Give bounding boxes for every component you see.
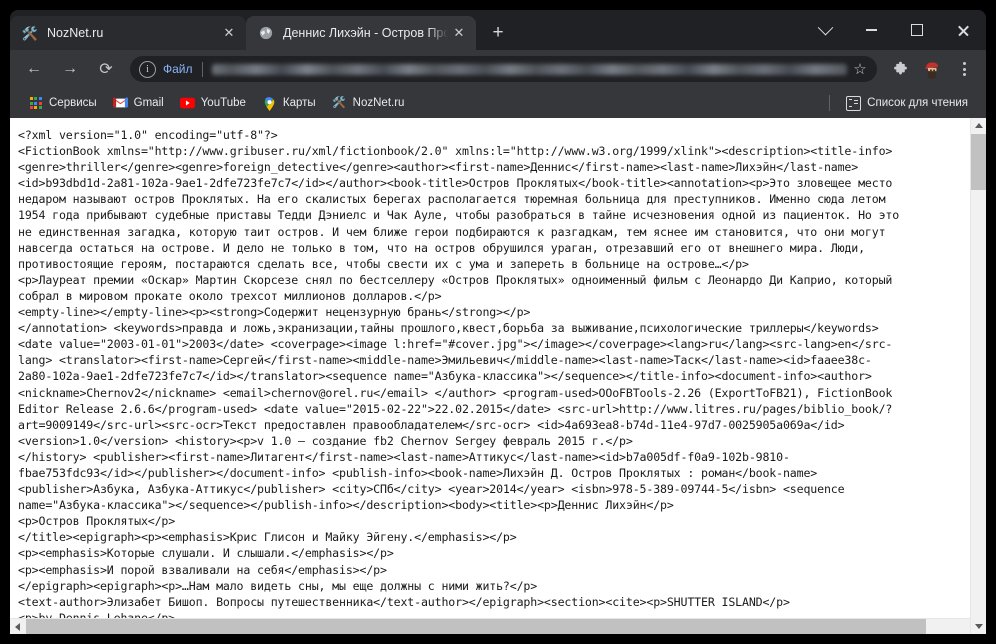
bookmark-label: Сервисы (49, 97, 97, 109)
xml-source-line: <genre>thriller</genre><genre>foreign_de… (18, 160, 859, 175)
extensions-icon[interactable] (886, 55, 914, 83)
xml-source-line: <p><emphasis>И порой взваливали на себя<… (18, 562, 387, 577)
tab-noznet[interactable]: 🛠️ NozNet.ru ✕ (10, 16, 246, 50)
browser-window: 🛠️ NozNet.ru ✕ Деннис Лихэйн - Остров Пр… (10, 10, 986, 634)
url-input[interactable] (211, 63, 847, 75)
back-button[interactable]: ← (19, 54, 49, 84)
tab-title: NozNet.ru (47, 26, 104, 40)
page-content: <?xml version="1.0" encoding="utf-8"?> <F… (10, 118, 986, 634)
gmail-icon (112, 96, 128, 111)
minimize-icon[interactable] (848, 10, 894, 50)
avatar[interactable] (918, 55, 946, 83)
xml-source-line: <version>1.0</version> <history><p>v 1.0… (18, 433, 633, 448)
bookmark-karty[interactable]: Карты (254, 92, 324, 114)
youtube-icon (179, 96, 195, 111)
xml-source-line: <p><emphasis>Которые слушали. И слышали.… (18, 546, 394, 561)
maximize-icon[interactable] (894, 10, 940, 50)
bookmark-label: Gmail (133, 97, 164, 109)
xml-source-line: <publisher>Азбука, Азбука-Аттикус</publi… (18, 482, 845, 497)
xml-source-line: <p>by Dennis Lehane</p> (18, 610, 176, 618)
reload-button[interactable]: ⟳ (91, 54, 121, 84)
maps-pin-icon (262, 96, 277, 111)
xml-source-line: </epigraph><epigraph><p>…Нам мало видеть… (18, 578, 538, 593)
xml-source-line: fbae753fdc93</id></publisher></document-… (18, 465, 818, 480)
bookmark-star-icon[interactable]: ☆ (847, 56, 873, 82)
xml-source-line: <p>Остров Проклятых</p> (18, 514, 176, 529)
xml-source-line: не единственная загадка, которую таит ос… (18, 224, 886, 239)
xml-source-line: <date value="2003-01-01">2003</date> <co… (18, 337, 893, 352)
xml-source-view[interactable]: <?xml version="1.0" encoding="utf-8"?> <F… (10, 118, 970, 618)
tab-title: Деннис Лихэйн - Остров Прокл (283, 26, 448, 40)
scrollbar-corner (955, 619, 970, 634)
close-icon[interactable] (940, 10, 986, 50)
xml-source-line: lang> <translator><first-name>Сергей</fi… (18, 353, 872, 368)
xml-source-line: name="Азбука-классика"></sequence></publ… (18, 498, 674, 513)
bookmark-youtube[interactable]: YouTube (172, 92, 254, 114)
horizontal-scroll-thumb[interactable] (26, 619, 926, 634)
xml-source-line: art=9009149</src-url><src-ocr>Текст пред… (18, 417, 845, 432)
scheme-label: Файл (163, 62, 193, 76)
close-icon[interactable]: ✕ (218, 22, 240, 44)
bookmark-label: YouTube (200, 97, 246, 109)
forward-button[interactable]: → (55, 54, 85, 84)
bookmark-label: Карты (282, 97, 316, 109)
new-tab-button[interactable]: + (484, 19, 512, 47)
reading-list-icon (846, 95, 862, 111)
browser-toolbar: ← → ⟳ i Файл ☆ (10, 50, 986, 88)
xml-source-line: </title><epigraph><p><emphasis>Крис Глис… (18, 530, 517, 545)
xml-source-line: <?xml version="1.0" encoding="utf-8"?> (18, 128, 278, 142)
tab-lehane-shutter-island[interactable]: Деннис Лихэйн - Остров Прокл ✕ (246, 16, 476, 50)
bookmark-noznet[interactable]: 🛠️ NozNet.ru (324, 92, 413, 114)
xml-source-line: </history> <publisher><first-name>Литаге… (18, 449, 790, 464)
xml-source-line: </annotation> <keywords>правда и ложь,эк… (18, 321, 879, 336)
kebab-menu-icon[interactable] (950, 55, 978, 83)
xml-source-line: навсегда остаться на острове. И дело не … (18, 240, 865, 255)
omnibox-divider (201, 61, 203, 77)
xml-source-line: <id>b93dbd1d-2a81-102a-9ae1-2dfe723fe7c7… (18, 176, 893, 191)
apps-grid-icon (28, 96, 43, 111)
tools-icon: 🛠️ (332, 96, 347, 109)
close-icon[interactable]: ✕ (448, 22, 470, 44)
reading-list-label: Список для чтения (867, 97, 968, 109)
scroll-up-icon[interactable] (971, 118, 986, 133)
address-bar[interactable]: i Файл ☆ (130, 56, 877, 82)
bookmarks-bar: Сервисы Gmail YouTube Карты 🛠️ NozNet.ru… (10, 88, 986, 118)
horizontal-scrollbar[interactable] (10, 618, 970, 634)
vertical-scroll-thumb[interactable] (971, 134, 986, 190)
content-column: <?xml version="1.0" encoding="utf-8"?> <F… (10, 118, 970, 634)
xml-source-line: <empty-line></empty-line><p><strong>Соде… (18, 305, 531, 320)
xml-source-line: противостоящие героям, постараются сдела… (18, 256, 749, 271)
scroll-down-icon[interactable] (971, 619, 986, 634)
xml-source-line: <text-author>Элизабет Бишоп. Вопросы пут… (18, 594, 790, 609)
bookmark-gmail[interactable]: Gmail (105, 92, 172, 114)
xml-source-line: Editor Release 2.6.6</program-used> <dat… (18, 401, 893, 416)
xml-source-line: собрал в мировом прокате около трехсот м… (18, 288, 442, 303)
info-icon[interactable]: i (139, 60, 156, 78)
chevron-down-icon[interactable] (802, 10, 848, 50)
vertical-scrollbar[interactable] (970, 118, 986, 634)
reading-list-button[interactable]: Список для чтения (838, 92, 976, 114)
xml-source-line: недаром называют остров Проклятых. На ег… (18, 192, 886, 207)
globe-icon (258, 25, 274, 41)
bookmark-label: NozNet.ru (352, 97, 405, 109)
scroll-left-icon[interactable] (10, 619, 25, 634)
tab-strip: 🛠️ NozNet.ru ✕ Деннис Лихэйн - Остров Пр… (10, 10, 986, 50)
xml-source-line: 1954 года прибывают судебные приставы Те… (18, 208, 900, 223)
xml-source-line: <nickname>Chernov2</nickname> <email>che… (18, 385, 893, 400)
xml-source-line: <p>Лауреат премии «Оскар» Мартин Скорсез… (18, 272, 893, 287)
xml-source-line: <FictionBook xmlns="http://www.gribuser.… (18, 144, 893, 159)
tools-icon: 🛠️ (21, 25, 39, 41)
window-controls (802, 10, 986, 50)
bookmarks-divider (829, 95, 831, 111)
bookmark-servisy[interactable]: Сервисы (20, 92, 105, 114)
xml-source-line: 2a80-102a-9ae1-2dfe723fe7c7</id></transl… (18, 369, 872, 384)
